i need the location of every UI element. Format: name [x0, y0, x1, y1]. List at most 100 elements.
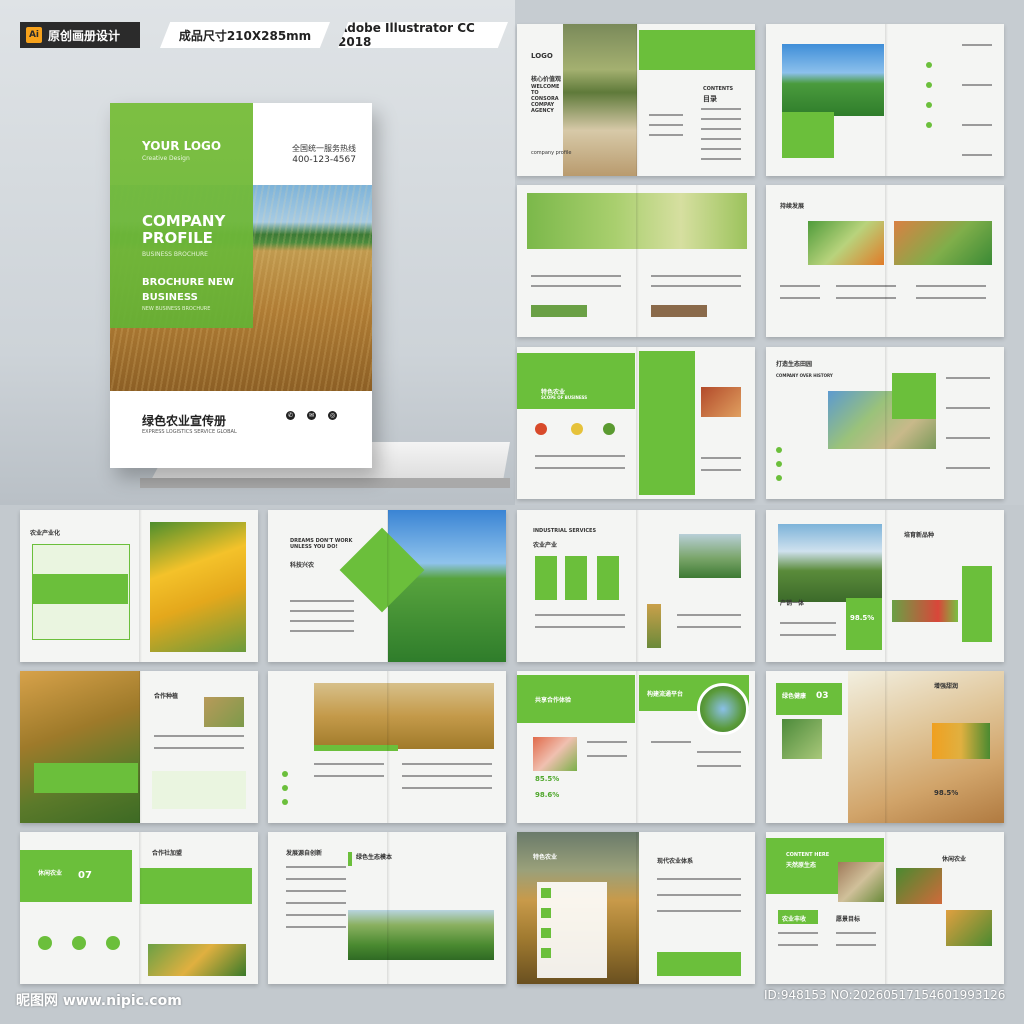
- green-card: [565, 556, 587, 600]
- text-line: [780, 285, 820, 287]
- text-line: [651, 285, 741, 287]
- wheat-closeup-photo: [20, 671, 140, 823]
- spread-13: 共享合作体验 85.5% 98.6% 构建流通平台: [517, 671, 755, 823]
- spread-18-sub: 天然原生态: [786, 862, 817, 869]
- spread-8-title: 科技兴农: [290, 562, 315, 569]
- cover-phone: 400-123-4567: [292, 155, 356, 165]
- text-line: [649, 114, 683, 116]
- thumb-photo: [782, 719, 822, 759]
- text-line: [314, 763, 384, 765]
- phone-icon: ✆: [286, 411, 295, 420]
- spread-13-title: 共享合作体验: [535, 697, 572, 704]
- harvest-photo: [204, 697, 244, 727]
- bullet-dot: [282, 785, 288, 791]
- toc-line: [701, 138, 741, 140]
- spread-8-dreams: DREAMS DON'T WORK UNLESS YOU DO!: [290, 538, 353, 550]
- green-block: [892, 373, 936, 419]
- spread-15-title2: 合作社加盟: [152, 850, 183, 857]
- toc-line: [701, 118, 741, 120]
- donut-icon: [38, 936, 52, 950]
- fruit-icon: [535, 423, 547, 435]
- text-line: [836, 297, 896, 299]
- text-line: [402, 775, 492, 777]
- text-line: [286, 878, 346, 880]
- list-icon: [541, 888, 551, 898]
- spread-7: 农业产业化: [20, 510, 258, 662]
- green-band: [657, 952, 741, 976]
- text-line: [290, 610, 354, 612]
- spread-13-title2: 构建流通平台: [647, 691, 684, 698]
- text-line: [780, 622, 836, 624]
- text-line: [946, 467, 990, 469]
- spread-17: 特色农业 现代农业体系: [517, 832, 755, 984]
- circle-photo: [697, 683, 749, 735]
- farm-photo: [894, 221, 992, 265]
- text-line: [651, 741, 691, 743]
- text-line: [531, 285, 621, 287]
- text-line: [657, 894, 741, 896]
- header-ai-label: Ai 原创画册设计: [20, 22, 140, 48]
- spread-3: [517, 185, 755, 337]
- spread-2: [766, 24, 1004, 176]
- text-line: [286, 902, 346, 904]
- spread-10: 培育新品种 产销一体 98.5%: [766, 510, 1004, 662]
- tea-hill-photo: [782, 44, 884, 116]
- spread-16-title2: 绿色生态模本: [356, 854, 393, 861]
- green-band: [639, 30, 755, 70]
- spread-1-company: company profile: [531, 150, 572, 156]
- thumb-photos: [892, 600, 958, 622]
- spread-15-num: 07: [78, 870, 92, 881]
- spread-6-title: 打造生态田园: [776, 361, 813, 368]
- text-line: [697, 751, 741, 753]
- green-stat-block: [846, 598, 882, 650]
- text-line: [649, 124, 683, 126]
- spread-10-label: 产销一体: [780, 600, 805, 607]
- text-line: [154, 747, 244, 749]
- list-icon: [541, 908, 551, 918]
- spread-14-percent: 98.5%: [934, 789, 959, 797]
- spread-5: 特色农业 SCOPE OF BUSINESS: [517, 347, 755, 499]
- spread-16: 发展源自创新 绿色生态模本: [268, 832, 506, 984]
- watermark-right: ID:948153 NO:20260517154601993126: [764, 988, 1006, 1002]
- farm-photo: [148, 944, 246, 976]
- bullet-dot: [282, 799, 288, 805]
- text-line: [778, 932, 818, 934]
- text-line: [286, 890, 346, 892]
- cover-company-profile: COMPANY PROFILE: [142, 212, 226, 247]
- spread-7-title: 农业产业化: [30, 530, 61, 537]
- cover-brochure-title: BROCHURE NEW BUSINESS: [142, 277, 234, 303]
- text-line: [962, 84, 992, 86]
- text-line: [651, 275, 741, 277]
- text-line: [836, 285, 896, 287]
- toc-line: [701, 128, 741, 130]
- text-line: [916, 285, 986, 287]
- spread-14-title2: 增强甜润: [934, 683, 959, 690]
- text-line: [916, 297, 986, 299]
- green-column: [639, 351, 695, 495]
- green-rule: [348, 852, 352, 866]
- tomato-photo: [896, 868, 942, 904]
- green-band: [34, 763, 138, 793]
- text-line: [402, 787, 492, 789]
- tractor-photo: [778, 524, 882, 602]
- green-field-photo: [348, 910, 494, 960]
- spread-16-title: 发展源自创新: [286, 850, 323, 857]
- spread-9-sub: INDUSTRIAL SERVICES: [533, 528, 597, 534]
- spread-4: 持续发展: [766, 185, 1004, 337]
- spread-18-title: 休闲农业: [942, 856, 967, 863]
- text-line: [587, 755, 627, 757]
- shelf-edge: [140, 478, 510, 488]
- thumb-column: [647, 604, 661, 648]
- spread-18-a: 农业丰收: [782, 916, 807, 923]
- spread-5-sub: SCOPE OF BUSINESS: [541, 395, 588, 400]
- wheat-harvest-photo: [314, 683, 494, 749]
- text-line: [587, 741, 627, 743]
- donut-icon: [106, 936, 120, 950]
- spread-15-title: 休闲农业: [38, 870, 63, 877]
- text-line: [290, 630, 354, 632]
- text-line: [701, 469, 741, 471]
- text-line: [946, 437, 990, 439]
- green-card: [597, 556, 619, 600]
- text-line: [286, 914, 346, 916]
- bullet-dot: [776, 475, 782, 481]
